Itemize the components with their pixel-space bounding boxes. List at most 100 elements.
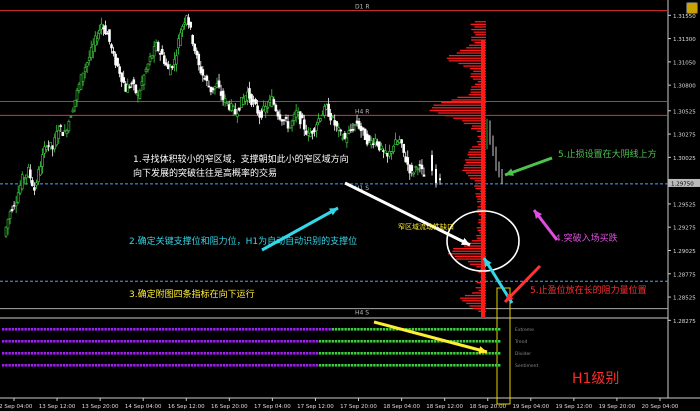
- indicator-dot: [213, 364, 216, 367]
- indicator-dot: [443, 352, 446, 355]
- candle-body: [238, 107, 241, 111]
- indicator-dot: [331, 328, 334, 331]
- indicator-dot: [206, 364, 210, 367]
- candle-body: [254, 99, 257, 105]
- indicator-dot: [290, 328, 293, 331]
- indicator-dot: [427, 328, 430, 331]
- indicator-dot: [27, 364, 30, 367]
- settings-icon[interactable]: [686, 2, 698, 14]
- indicator-dot: [37, 352, 40, 355]
- indicator-dot: [453, 364, 456, 367]
- indicator-dot: [142, 340, 146, 343]
- indicator-dot: [283, 352, 286, 355]
- indicator-dot: [325, 364, 328, 367]
- indicator-dot: [331, 340, 334, 343]
- indicator-dot: [312, 340, 315, 343]
- candle-body: [22, 177, 26, 180]
- candle-body: [217, 80, 221, 88]
- indicator-dot: [290, 340, 293, 343]
- indicator-dot: [366, 328, 370, 331]
- indicator-dot: [398, 364, 402, 367]
- candle-body: [65, 130, 69, 134]
- indicator-dot: [101, 340, 104, 343]
- indicator-dot: [152, 328, 155, 331]
- indicator-dot: [347, 328, 350, 331]
- indicator-dot: [264, 340, 267, 343]
- annotation-a6: 5.止损设置在大阴线上方: [558, 148, 657, 160]
- indicator-dot: [466, 364, 469, 367]
- volume-profile-bar: [444, 114, 486, 117]
- indicator-dot: [251, 328, 254, 331]
- indicator-dot: [315, 352, 318, 355]
- indicator-dot: [78, 328, 82, 331]
- candle-body: [49, 142, 52, 148]
- candle-body: [221, 90, 225, 101]
- indicator-dot: [197, 364, 200, 367]
- candle-body: [272, 99, 276, 105]
- indicator-dot: [421, 352, 424, 355]
- candle-body: [195, 50, 199, 56]
- indicator-dot: [328, 352, 331, 355]
- indicator-dot: [194, 352, 197, 355]
- indicator-dot: [363, 352, 366, 355]
- indicator-dot: [261, 364, 264, 367]
- indicator-dot: [85, 340, 88, 343]
- candle-body: [402, 143, 405, 153]
- price-tick-label: 1.31550: [673, 14, 696, 20]
- candle-body: [41, 154, 44, 167]
- candle-body: [33, 187, 36, 191]
- indicator-dot: [360, 364, 363, 367]
- indicator-dot: [126, 364, 130, 367]
- candle-body: [4, 226, 8, 237]
- indicator-dot: [165, 340, 168, 343]
- indicator-dot: [123, 328, 126, 331]
- level-label: H4 R: [355, 108, 369, 115]
- indicator-dot: [418, 328, 421, 331]
- indicator-dot: [21, 352, 24, 355]
- indicator-dot: [366, 352, 370, 355]
- indicator-dot: [302, 340, 306, 343]
- candle-body: [63, 130, 67, 132]
- volume-profile-bar: [446, 57, 486, 59]
- indicator-dot: [194, 328, 197, 331]
- indicator-dot: [171, 340, 174, 343]
- indicator-dot: [347, 340, 350, 343]
- price-tick-label: 1.31300: [673, 37, 696, 43]
- indicator-dot: [82, 328, 85, 331]
- candle-body: [158, 53, 162, 55]
- indicator-dot: [306, 340, 309, 343]
- timeframe-badge: H1级别: [572, 371, 619, 387]
- indicator-dot: [354, 328, 357, 331]
- candle-body: [12, 204, 16, 207]
- price-tick-label: 1.28525: [673, 296, 696, 302]
- candle-body: [57, 129, 61, 139]
- indicator-dot: [136, 352, 139, 355]
- indicator-dot: [267, 328, 270, 331]
- indicator-dot: [286, 340, 290, 343]
- indicator-dot: [338, 364, 341, 367]
- indicator-dot: [421, 340, 424, 343]
- indicator-dot: [334, 340, 338, 343]
- indicator-dot: [418, 352, 421, 355]
- candle-body: [227, 104, 231, 110]
- indicator-dot: [82, 364, 85, 367]
- indicator-dot: [370, 328, 373, 331]
- indicator-dot: [24, 328, 27, 331]
- volume-profile-bar: [448, 60, 486, 62]
- indicator-dot: [130, 364, 133, 367]
- indicator-dot: [194, 364, 197, 367]
- candle-body: [67, 120, 71, 132]
- indicator-dot: [226, 328, 229, 331]
- candle-body: [29, 169, 32, 179]
- indicator-dot: [261, 340, 264, 343]
- indicator-dot: [11, 352, 14, 355]
- indicator-dot: [472, 340, 475, 343]
- indicator-dot: [171, 352, 174, 355]
- indicator-dot: [469, 328, 472, 331]
- indicator-dot: [379, 364, 382, 367]
- candle-body: [367, 135, 371, 141]
- indicator-dot: [2, 364, 5, 367]
- indicator-dot: [168, 364, 171, 367]
- indicator-dot: [424, 340, 427, 343]
- candle-body: [209, 86, 213, 93]
